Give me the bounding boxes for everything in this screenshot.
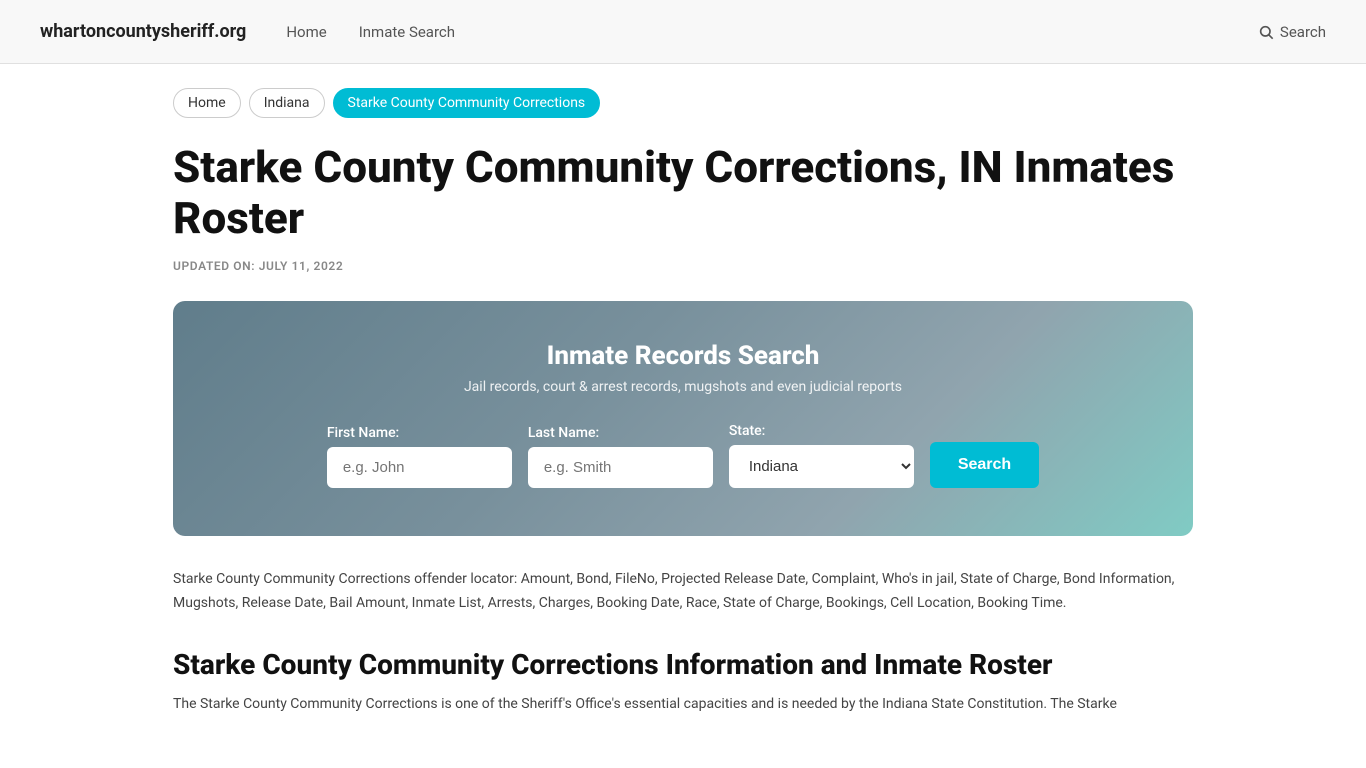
main-nav: Home Inmate Search [286, 23, 1218, 41]
site-logo[interactable]: whartoncountysheriff.org [40, 21, 246, 42]
search-card: Inmate Records Search Jail records, cour… [173, 301, 1193, 536]
nav-inmate-search-link[interactable]: Inmate Search [359, 23, 455, 41]
search-button[interactable]: Search [930, 442, 1039, 488]
header-search-label: Search [1280, 23, 1326, 41]
nav-home-link[interactable]: Home [286, 23, 326, 41]
last-name-label: Last Name: [528, 425, 599, 441]
main-content: Home Indiana Starke County Community Cor… [133, 64, 1233, 757]
first-name-label: First Name: [327, 425, 399, 441]
search-form: First Name: Last Name: State: AlabamaAla… [221, 423, 1145, 488]
breadcrumb-indiana[interactable]: Indiana [249, 88, 325, 118]
updated-label: UPDATED ON: JULY 11, 2022 [173, 259, 1193, 273]
breadcrumb: Home Indiana Starke County Community Cor… [173, 88, 1193, 118]
search-card-subtitle: Jail records, court & arrest records, mu… [221, 379, 1145, 395]
description-text: Starke County Community Corrections offe… [173, 568, 1193, 616]
section-body: The Starke County Community Corrections … [173, 693, 1193, 717]
search-card-title: Inmate Records Search [221, 341, 1145, 371]
header-search[interactable]: Search [1258, 23, 1326, 41]
last-name-input[interactable] [528, 447, 713, 488]
page-title: Starke County Community Corrections, IN … [173, 142, 1193, 243]
first-name-group: First Name: [327, 425, 512, 488]
state-group: State: AlabamaAlaskaArizonaArkansasCalif… [729, 423, 914, 488]
state-select[interactable]: AlabamaAlaskaArizonaArkansasCaliforniaCo… [729, 445, 914, 488]
breadcrumb-home[interactable]: Home [173, 88, 241, 118]
last-name-group: Last Name: [528, 425, 713, 488]
search-icon [1258, 24, 1274, 40]
section-title: Starke County Community Corrections Info… [173, 648, 1193, 681]
site-header: whartoncountysheriff.org Home Inmate Sea… [0, 0, 1366, 64]
breadcrumb-current[interactable]: Starke County Community Corrections [333, 88, 601, 118]
state-label: State: [729, 423, 766, 439]
first-name-input[interactable] [327, 447, 512, 488]
